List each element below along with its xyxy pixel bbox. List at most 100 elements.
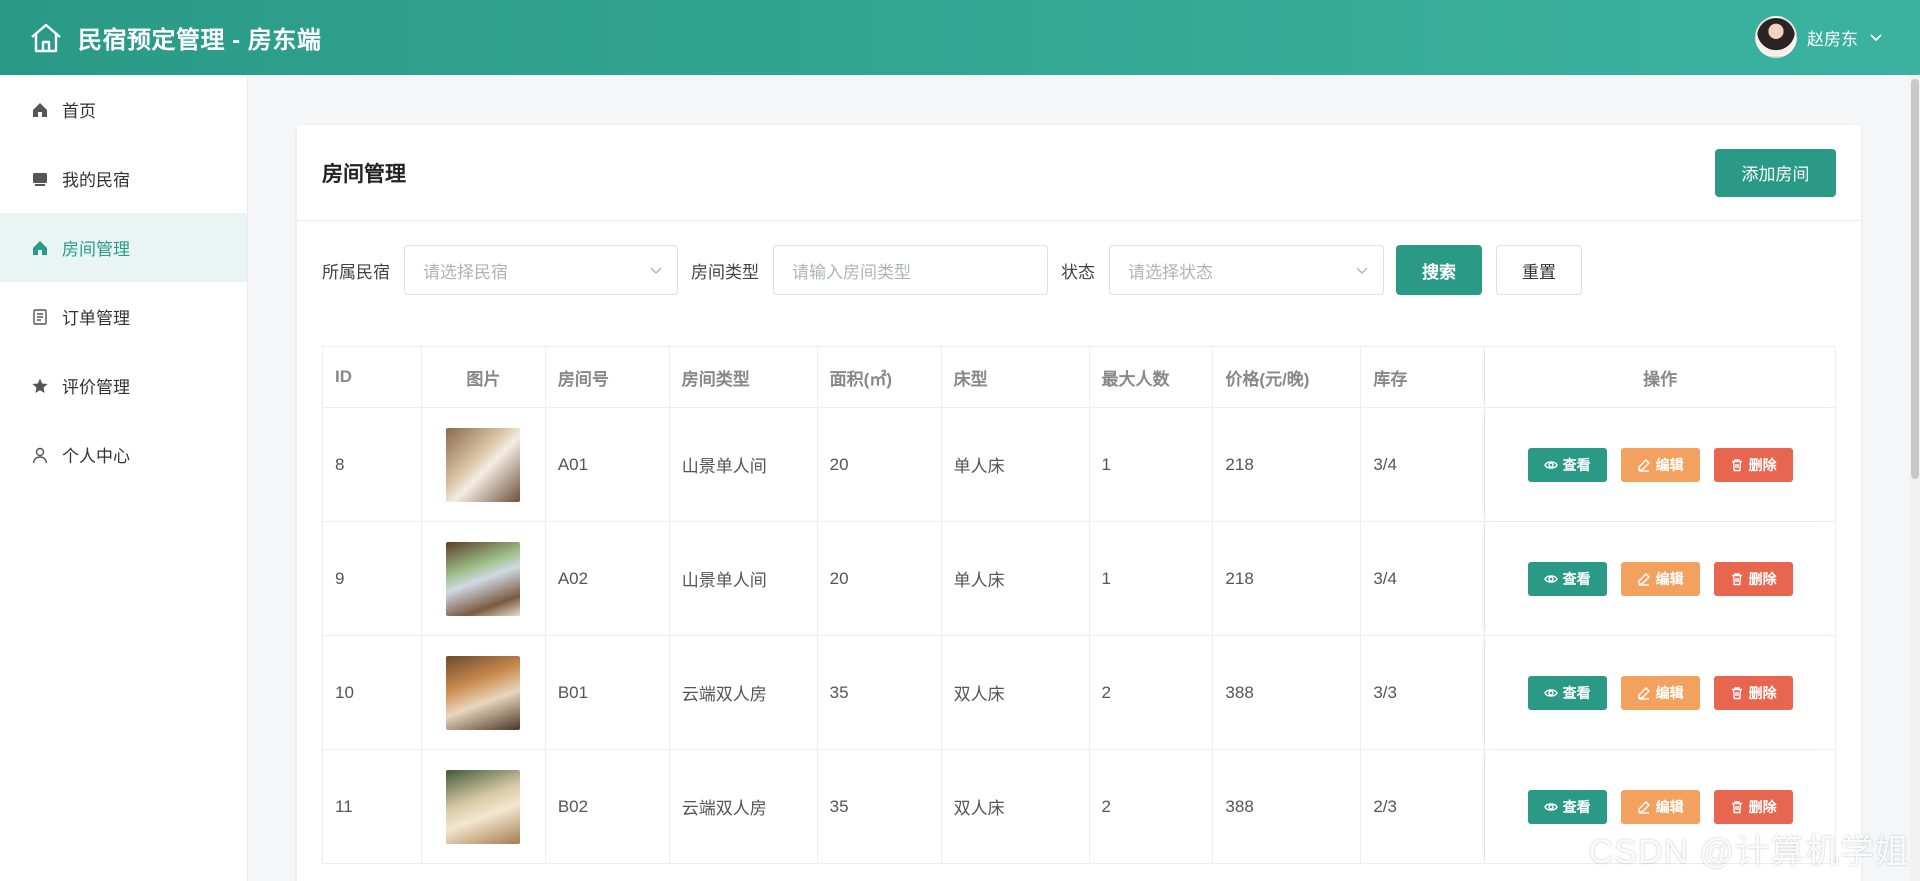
room-type-input[interactable]: 请输入房间类型	[773, 245, 1048, 295]
user-icon	[30, 445, 50, 465]
sidebar-item-my-homestay[interactable]: 我的民宿	[0, 144, 247, 213]
cell-room-no: B02	[546, 750, 670, 863]
column-header-image[interactable]: 图片	[422, 347, 546, 407]
sidebar-item-reviews[interactable]: 评价管理	[0, 351, 247, 420]
cell-actions: 查看 编辑 删除	[1485, 408, 1836, 521]
column-header-room-type[interactable]: 房间类型	[670, 347, 818, 407]
trash-icon	[1731, 572, 1742, 585]
edit-button[interactable]: 编辑	[1620, 561, 1700, 596]
top-header: 民宿预定管理 - 房东端 赵房东	[0, 0, 1920, 75]
view-button[interactable]: 查看	[1527, 789, 1607, 824]
cell-bed: 单人床	[942, 408, 1090, 521]
chevron-down-icon	[1356, 267, 1368, 274]
cell-stock: 3/4	[1361, 408, 1486, 521]
room-thumbnail[interactable]	[446, 541, 521, 616]
cell-area: 20	[818, 522, 942, 635]
cell-room-type: 山景单人间	[670, 408, 818, 521]
column-header-id[interactable]: ID	[323, 347, 422, 407]
cell-area: 35	[818, 636, 942, 749]
chevron-down-icon	[650, 267, 662, 274]
trash-icon	[1731, 458, 1742, 471]
trash-icon	[1731, 686, 1742, 699]
room-management-card: 房间管理 添加房间 所属民宿 请选择民宿 房间类型 请输入房间类型 状态 请选择…	[297, 125, 1861, 881]
eye-icon	[1543, 460, 1558, 469]
cell-id: 8	[323, 408, 422, 521]
home-logo-icon	[28, 20, 64, 56]
cell-stock: 3/3	[1361, 636, 1486, 749]
view-button[interactable]: 查看	[1527, 675, 1607, 710]
edit-icon	[1637, 572, 1650, 586]
eye-icon	[1543, 574, 1558, 583]
edit-icon	[1637, 686, 1650, 700]
cell-stock: 2/3	[1361, 750, 1486, 863]
sidebar-item-label: 房间管理	[62, 240, 130, 259]
column-header-stock[interactable]: 库存	[1361, 347, 1486, 407]
cell-actions: 查看 编辑 删除	[1485, 522, 1836, 635]
delete-button[interactable]: 删除	[1713, 675, 1793, 710]
chevron-down-icon[interactable]	[1868, 29, 1884, 45]
column-header-area[interactable]: 面积(㎡)	[818, 347, 942, 407]
view-button-label: 查看	[1562, 798, 1591, 815]
filter-bar: 所属民宿 请选择民宿 房间类型 请输入房间类型 状态 请选择状态 搜索 重置	[322, 245, 1582, 295]
card-header: 房间管理 添加房间	[297, 125, 1861, 221]
edit-button-label: 编辑	[1655, 570, 1684, 587]
column-header-bed[interactable]: 床型	[942, 347, 1090, 407]
edit-button[interactable]: 编辑	[1620, 447, 1700, 482]
sidebar: 首页 我的民宿 房间管理 订单管理 评价管理 个人中心	[0, 75, 248, 881]
column-header-price[interactable]: 价格(元/晚)	[1213, 347, 1362, 407]
homestay-select[interactable]: 请选择民宿	[404, 245, 678, 295]
room-type-input-placeholder: 请输入房间类型	[792, 262, 911, 282]
room-thumbnail[interactable]	[446, 427, 521, 502]
sidebar-item-orders[interactable]: 订单管理	[0, 282, 247, 351]
edit-button-label: 编辑	[1655, 798, 1684, 815]
cell-price: 218	[1213, 522, 1362, 635]
sidebar-item-label: 我的民宿	[62, 171, 130, 190]
trash-icon	[1731, 800, 1742, 813]
table-row: 9 A02 山景单人间 20 单人床 1 218 3/4 查看 编辑 删除	[323, 522, 1836, 636]
cell-id: 11	[323, 750, 422, 863]
edit-button[interactable]: 编辑	[1620, 789, 1700, 824]
view-button[interactable]: 查看	[1527, 447, 1607, 482]
table-header-row: ID 图片 房间号 房间类型 面积(㎡) 床型 最大人数 价格(元/晚) 库存 …	[323, 347, 1836, 408]
homestay-select-placeholder: 请选择民宿	[423, 262, 508, 282]
sidebar-item-home[interactable]: 首页	[0, 75, 247, 144]
page-scrollbar[interactable]	[1910, 75, 1920, 881]
room-thumbnail[interactable]	[446, 769, 521, 844]
cell-room-type: 云端双人房	[670, 636, 818, 749]
search-button[interactable]: 搜索	[1396, 245, 1482, 295]
sidebar-item-room-management[interactable]: 房间管理	[0, 213, 247, 282]
edit-button[interactable]: 编辑	[1620, 675, 1700, 710]
sidebar-item-label: 个人中心	[62, 447, 130, 466]
delete-button[interactable]: 删除	[1713, 789, 1793, 824]
scrollbar-thumb[interactable]	[1911, 79, 1919, 479]
cell-bed: 双人床	[942, 636, 1090, 749]
delete-button-label: 删除	[1748, 570, 1777, 587]
delete-button-label: 删除	[1748, 798, 1777, 815]
status-select[interactable]: 请选择状态	[1109, 245, 1384, 295]
add-room-button[interactable]: 添加房间	[1715, 148, 1836, 197]
document-icon	[30, 307, 50, 327]
room-type-filter-label: 房间类型	[691, 262, 759, 282]
delete-button[interactable]: 删除	[1713, 561, 1793, 596]
delete-button[interactable]: 删除	[1713, 447, 1793, 482]
cell-image	[422, 522, 546, 635]
avatar[interactable]	[1755, 16, 1797, 58]
cell-id: 9	[323, 522, 422, 635]
room-thumbnail[interactable]	[446, 655, 521, 730]
view-button[interactable]: 查看	[1527, 561, 1607, 596]
edit-icon	[1637, 458, 1650, 472]
sidebar-item-profile[interactable]: 个人中心	[0, 420, 247, 489]
delete-button-label: 删除	[1748, 684, 1777, 701]
cell-room-no: A01	[546, 408, 670, 521]
eye-icon	[1543, 802, 1558, 811]
home-icon	[30, 238, 50, 258]
user-name[interactable]: 赵房东	[1807, 25, 1858, 50]
homestay-filter-label: 所属民宿	[322, 262, 390, 282]
reset-button[interactable]: 重置	[1496, 245, 1582, 295]
page-title: 房间管理	[322, 162, 406, 186]
cell-stock: 3/4	[1361, 522, 1486, 635]
user-menu[interactable]: 赵房东	[1755, 16, 1884, 58]
column-header-max-guests[interactable]: 最大人数	[1090, 347, 1214, 407]
column-header-room-no[interactable]: 房间号	[546, 347, 670, 407]
column-header-actions: 操作	[1485, 347, 1836, 407]
